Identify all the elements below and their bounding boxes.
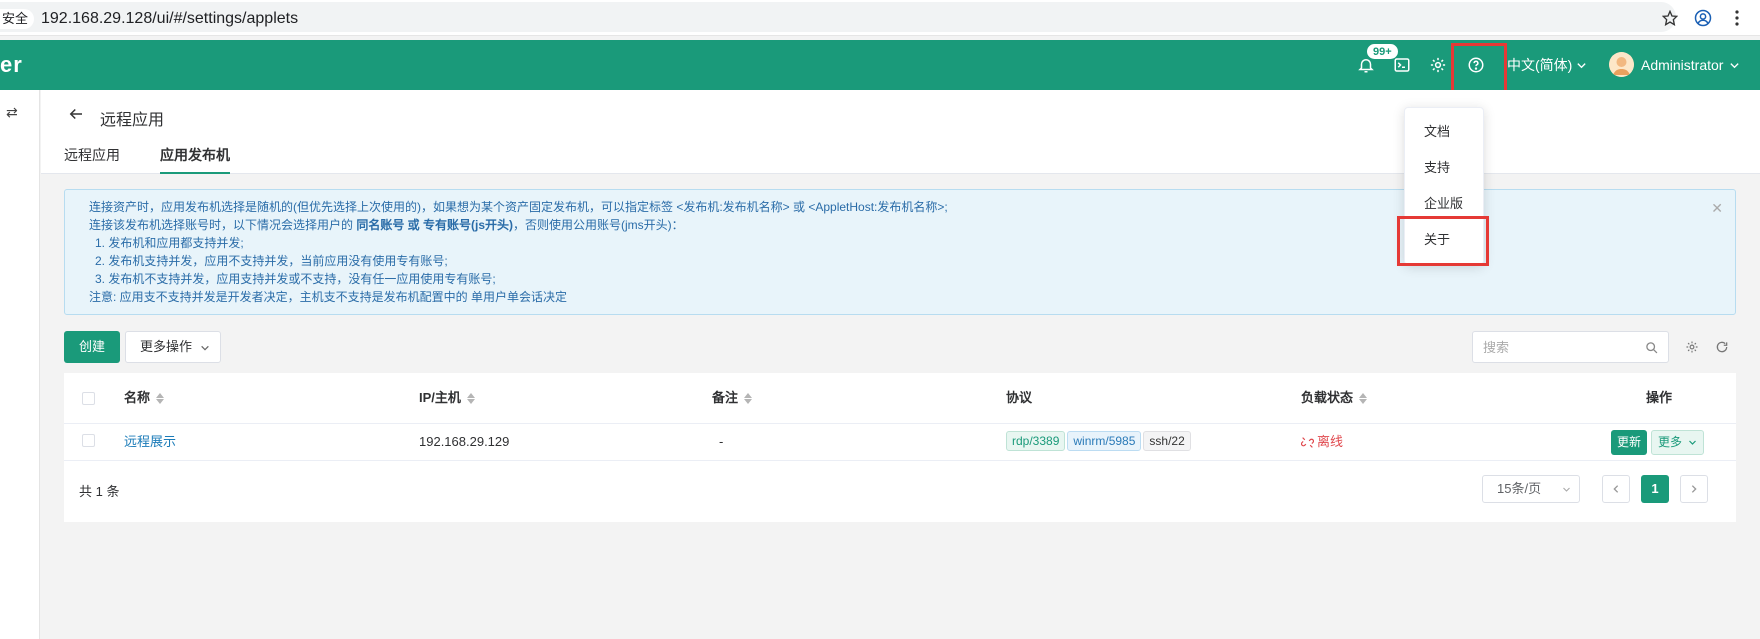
update-button[interactable]: 更新 [1611, 430, 1647, 455]
alert-item-1: 1. 发布机和应用都支持并发; [95, 236, 244, 250]
omnibox[interactable]: 安全 192.168.29.128/ui/#/settings/applets [0, 2, 1676, 32]
load-status-text: 离线 [1317, 434, 1344, 449]
browser-menu-icon[interactable] [1727, 8, 1747, 28]
close-icon[interactable]: ✕ [1711, 200, 1723, 217]
column-header-label: 负载状态 [1301, 390, 1354, 405]
row-more-label: 更多 [1658, 435, 1683, 449]
alert-line-2: 连接该发布机选择账号时，以下情况会选择用户的 同名账号 或 专有账号(js开头)… [89, 216, 684, 234]
chevron-left-icon [1613, 485, 1619, 493]
tab-applet-hosts[interactable]: 应用发布机 [160, 145, 230, 174]
annotation-box-about [1397, 216, 1489, 266]
column-header-label: 名称 [124, 390, 151, 405]
alert-line-2-prefix: 连接该发布机选择账号时，以下情况会选择用户的 [89, 218, 357, 232]
page-size-select[interactable]: 15条/页 [1482, 475, 1580, 503]
sidebar: ⇄ [0, 90, 40, 639]
protocol-tag: rdp/3389 [1006, 431, 1066, 451]
menu-item-docs[interactable]: 文档 [1424, 123, 1450, 141]
swap-icon[interactable]: ⇄ [6, 104, 18, 121]
alert-item-3: 3. 发布机不支持并发，应用支持并发或不支持，没有任一应用使用专有账号; [95, 272, 496, 286]
column-header-label: 备注 [712, 390, 739, 405]
alert-item-2: 2. 发布机支持并发，应用不支持并发，当前应用没有使用专有账号; [95, 254, 448, 268]
prev-page-button[interactable] [1602, 475, 1630, 503]
page-title: 远程应用 [100, 112, 165, 129]
row-protocols: rdp/3389 winrm/5985 ssh/22 [1006, 430, 1193, 452]
column-header-ip[interactable]: IP/主机 [419, 373, 475, 423]
sort-icon[interactable] [1359, 392, 1368, 404]
search-icon[interactable] [1645, 341, 1658, 354]
sort-icon[interactable] [156, 392, 165, 404]
chevron-down-icon [1577, 62, 1586, 68]
browser-address-bar: 安全 192.168.29.128/ui/#/settings/applets [0, 0, 1760, 36]
gear-icon[interactable] [1428, 55, 1448, 75]
more-actions-label: 更多操作 [140, 339, 193, 354]
avatar[interactable] [1609, 52, 1634, 77]
chevron-down-icon [1563, 487, 1570, 492]
language-label: 中文(简体) [1507, 57, 1573, 73]
alert-line-2-suffix: ，否则使用公用账号(jms开头)： [513, 218, 684, 232]
column-header-label: IP/主机 [419, 390, 461, 405]
url-text[interactable]: 192.168.29.128/ui/#/settings/applets [41, 9, 298, 29]
chevron-right-icon [1691, 485, 1697, 493]
current-page[interactable]: 1 [1641, 475, 1669, 503]
terminal-icon[interactable] [1392, 55, 1412, 75]
search-box[interactable] [1472, 331, 1669, 363]
settings-icon[interactable] [1684, 339, 1700, 355]
column-header-protocol: 协议 [1006, 373, 1032, 423]
select-all-checkbox[interactable] [82, 392, 95, 405]
profile-icon[interactable] [1693, 8, 1713, 28]
total-count: 共 1 条 [79, 484, 120, 499]
row-ip: 192.168.29.129 [419, 434, 510, 449]
refresh-icon[interactable] [1714, 339, 1730, 355]
user-menu[interactable]: Administrator [1641, 55, 1740, 75]
security-indicator[interactable]: 安全 [0, 9, 35, 29]
row-checkbox[interactable] [82, 434, 95, 447]
row-name-link[interactable]: 远程展示 [124, 431, 176, 453]
column-header-label: 协议 [1006, 390, 1033, 405]
language-selector[interactable]: 中文(简体) [1507, 55, 1587, 75]
alert-line-1: 连接资产时，应用发布机选择是随机的(但优先选择上次使用的)，如果想为某个资产固定… [89, 200, 948, 214]
logo[interactable]: er [0, 52, 23, 78]
column-header-comment[interactable]: 备注 [712, 373, 753, 423]
row-more-button[interactable]: 更多 [1651, 430, 1704, 455]
search-input[interactable] [1483, 332, 1633, 362]
table-divider [64, 460, 1736, 461]
table-divider [64, 423, 1736, 424]
column-header-load-status[interactable]: 负载状态 [1301, 373, 1368, 423]
alert-line-2-bold: 同名账号 或 专有账号(js开头) [356, 218, 514, 232]
next-page-button[interactable] [1680, 475, 1708, 503]
row-load-status: 离线 [1301, 431, 1343, 453]
page-header: 远程应用 远程应用 应用发布机 [41, 90, 1760, 174]
create-button[interactable]: 创建 [64, 331, 120, 363]
chevron-down-icon [1730, 62, 1740, 68]
protocol-tag: winrm/5985 [1067, 431, 1142, 451]
user-name: Administrator [1641, 57, 1724, 73]
protocol-tag: ssh/22 [1143, 431, 1191, 451]
chevron-down-icon [200, 345, 209, 351]
bookmark-star-icon[interactable] [1660, 8, 1680, 28]
menu-item-support[interactable]: 支持 [1424, 159, 1450, 177]
disconnect-icon [1301, 436, 1314, 448]
column-header-actions: 操作 [1646, 373, 1672, 423]
sort-icon[interactable] [466, 392, 475, 404]
row-comment: - [719, 434, 724, 449]
page-size-label: 15条/页 [1497, 481, 1542, 496]
chevron-down-icon [1689, 440, 1697, 446]
alert-note: 注意: 应用支不支持并发是开发者决定，主机支不支持是发布机配置中的 单用户单会话… [89, 290, 568, 304]
column-header-name[interactable]: 名称 [124, 373, 165, 423]
more-actions-button[interactable]: 更多操作 [125, 331, 221, 363]
column-header-label: 操作 [1646, 390, 1673, 405]
menu-item-enterprise[interactable]: 企业版 [1424, 195, 1463, 213]
tab-remote-apps[interactable]: 远程应用 [64, 145, 120, 174]
applet-host-table: 名称 IP/主机 备注 协议 负载状态 操作 远程展示 192.168.29.1… [64, 373, 1736, 522]
sort-icon[interactable] [744, 392, 753, 404]
back-arrow-icon[interactable] [67, 105, 85, 128]
